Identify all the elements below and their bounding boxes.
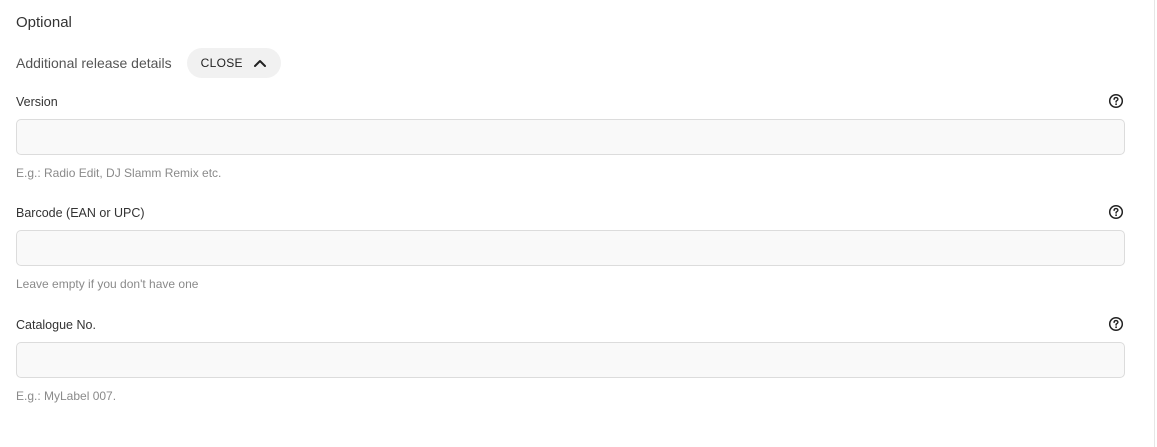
catalogue-label: Catalogue No. <box>16 318 96 332</box>
version-hint: E.g.: Radio Edit, DJ Slamm Remix etc. <box>16 166 222 180</box>
version-label: Version <box>16 95 58 109</box>
close-details-button[interactable]: CLOSE <box>186 48 281 78</box>
barcode-label: Barcode (EAN or UPC) <box>16 206 145 220</box>
catalogue-input[interactable] <box>16 342 1125 378</box>
chevron-up-icon <box>253 60 266 67</box>
version-input[interactable] <box>16 119 1125 155</box>
version-field-group: Version E.g.: Radio Edit, DJ Slamm Remix… <box>16 93 1126 180</box>
question-circle-icon[interactable] <box>1108 316 1124 332</box>
right-divider <box>1154 0 1155 447</box>
barcode-field-group: Barcode (EAN or UPC) Leave empty if you … <box>16 204 1126 291</box>
optional-release-details-panel: Optional Additional release details CLOS… <box>0 0 1157 447</box>
catalogue-field-group: Catalogue No. E.g.: MyLabel 007. <box>16 316 1126 403</box>
section-title: Optional <box>16 14 72 31</box>
catalogue-hint: E.g.: MyLabel 007. <box>16 389 117 403</box>
question-circle-icon[interactable] <box>1108 93 1124 109</box>
close-button-label: CLOSE <box>200 56 243 70</box>
additional-details-row: Additional release details CLOSE <box>16 48 281 78</box>
barcode-hint: Leave empty if you don't have one <box>16 277 199 291</box>
barcode-input[interactable] <box>16 230 1125 266</box>
additional-details-label: Additional release details <box>16 55 172 71</box>
question-circle-icon[interactable] <box>1108 204 1124 220</box>
